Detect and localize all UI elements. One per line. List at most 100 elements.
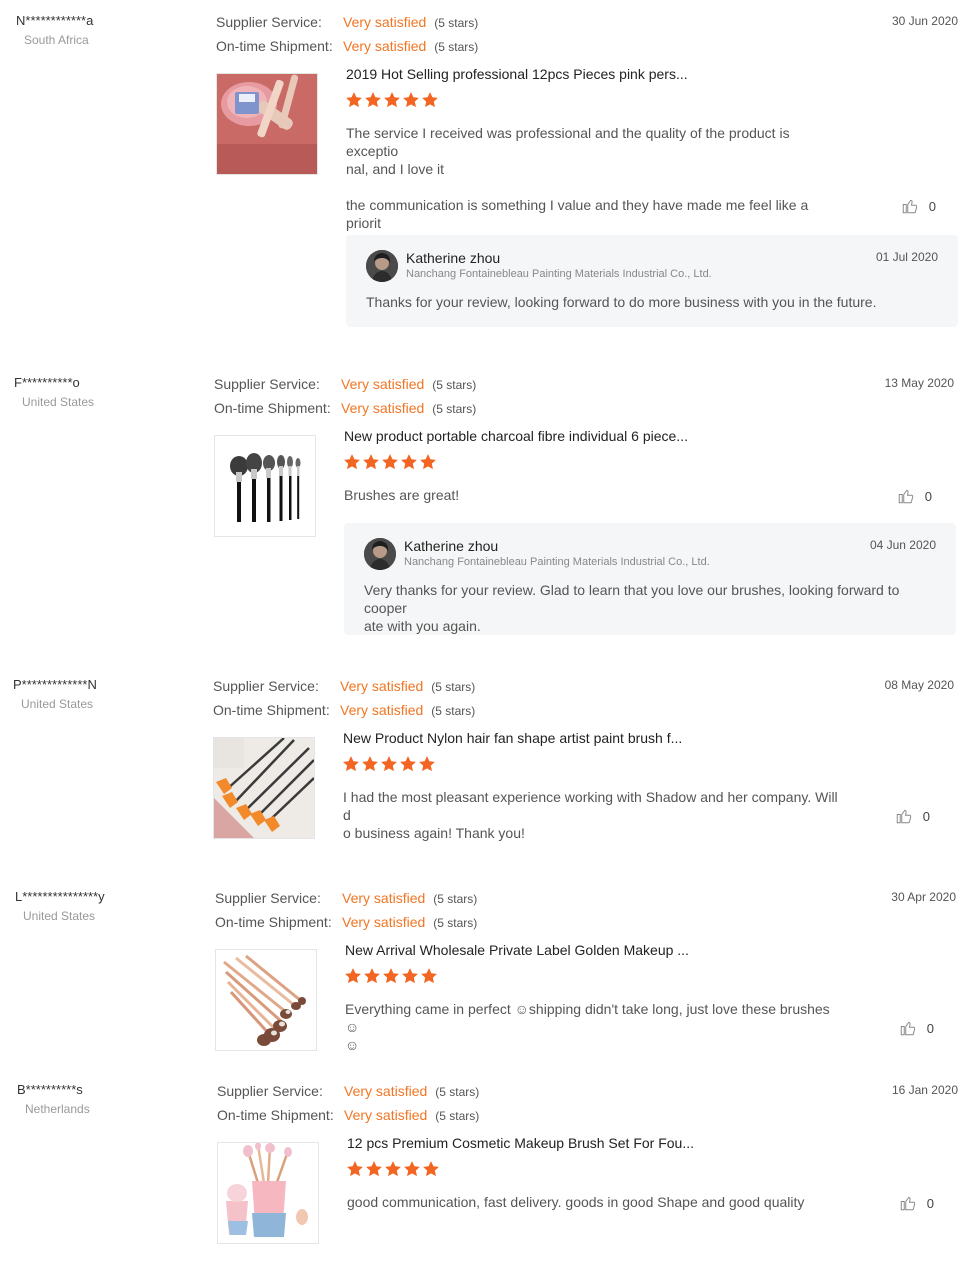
black-brush-set-image [215,436,315,536]
product-thumbnail[interactable] [215,949,317,1051]
product-title-link[interactable]: New product portable charcoal fibre indi… [344,427,688,445]
star-icon [423,1161,439,1177]
ontime-shipment-value: Very satisfied [340,702,424,718]
product-title-link[interactable]: 2019 Hot Selling professional 12pcs Piec… [346,65,688,83]
star-icon [419,756,435,772]
star-icon [344,454,360,470]
like-count: 0 [926,1020,934,1036]
pink-brush-set-image [217,74,317,174]
like-count: 0 [926,1195,934,1211]
supplier-service-rating: Supplier Service: Very satisfied (5 stars) [217,1083,479,1107]
star-icon [385,1161,401,1177]
review-comment: Brushes are great! [344,486,839,522]
review-date: 13 May 2020 [884,376,954,390]
buyer-info: N************a South Africa [16,13,93,48]
ontime-shipment-value: Very satisfied [344,1107,428,1123]
product-thumbnail[interactable] [216,73,318,175]
star-icon [422,92,438,108]
thumbs-up-icon [902,199,917,214]
star-icon [362,756,378,772]
star-icon [346,92,362,108]
review-item: B**********s Netherlands Supplier Servic… [1,1082,972,1252]
buyer-country: United States [23,909,96,923]
ontime-shipment-label: On-time Shipment: [217,1107,334,1123]
buyer-info: P*************N United States [13,677,97,712]
supplier-service-rating: Supplier Service: Very satisfied (5 stars) [213,678,475,702]
product-title-link[interactable]: New Arrival Wholesale Private Label Gold… [345,941,689,959]
star-icon [404,1161,420,1177]
review-star-rating [346,1160,441,1180]
star-icon [365,92,381,108]
review-item: N************a South Africa Supplier Ser… [0,13,972,333]
product-thumbnail[interactable] [213,737,315,839]
supplier-service-stars: (5 stars) [433,892,478,906]
ontime-shipment-rating: On-time Shipment: Very satisfied (5 stars) [216,38,478,62]
star-icon [384,92,400,108]
ontime-shipment-label: On-time Shipment: [213,702,330,718]
supplier-service-stars: (5 stars) [432,378,477,392]
ontime-shipment-value: Very satisfied [341,400,425,416]
supplier-service-rating: Supplier Service: Very satisfied (5 stars) [215,890,477,914]
star-icon [420,454,436,470]
review-date: 08 May 2020 [884,678,954,692]
ontime-shipment-stars: (5 stars) [434,40,479,54]
like-button[interactable]: 0 [895,807,930,825]
supplier-service-label: Supplier Service: [214,376,320,392]
ontime-shipment-stars: (5 stars) [433,916,478,930]
like-count: 0 [928,198,936,214]
ontime-shipment-stars: (5 stars) [431,704,476,718]
buyer-country: United States [22,395,95,409]
reply-date: 04 Jun 2020 [869,538,936,552]
buyer-info: F**********o United States [14,375,94,410]
supplier-service-label: Supplier Service: [216,14,322,30]
supplier-service-rating: Supplier Service: Very satisfied (5 stars) [214,376,476,400]
buyer-country: Netherlands [25,1102,90,1116]
star-icon [366,1161,382,1177]
reply-author-name: Katherine zhou [406,250,501,266]
product-title-link[interactable]: New Product Nylon hair fan shape artist … [343,729,682,747]
star-icon [401,454,417,470]
supplier-service-label: Supplier Service: [213,678,319,694]
thumbs-up-icon [896,809,911,824]
supplier-service-value: Very satisfied [343,14,427,30]
star-icon [421,968,437,984]
buyer-name: B**********s [17,1082,83,1097]
review-star-rating [342,755,437,775]
reply-author-name: Katherine zhou [404,538,499,554]
review-item: F**********o United States Supplier Serv… [0,375,970,640]
star-icon [347,1161,363,1177]
supplier-reply: Katherine zhou Nanchang Fontainebleau Pa… [344,523,956,635]
supplier-service-stars: (5 stars) [434,16,479,30]
review-comment: I had the most pleasant experience worki… [343,788,838,860]
like-button[interactable]: 0 [899,1194,934,1212]
buyer-name: F**********o [14,375,80,390]
reply-company: Nanchang Fontainebleau Painting Material… [404,556,710,568]
product-thumbnail[interactable] [214,435,316,537]
pink-cup-brush-set-image [218,1143,318,1243]
star-icon [400,756,416,772]
star-icon [343,756,359,772]
star-icon [383,968,399,984]
like-button[interactable]: 0 [899,1019,934,1037]
fan-brush-set-image [214,738,314,838]
supplier-service-value: Very satisfied [340,678,424,694]
supplier-service-stars: (5 stars) [431,680,476,694]
review-comment-paragraph: Everything came in perfect ☺shipping did… [345,1001,830,1053]
ontime-shipment-value: Very satisfied [343,38,427,54]
product-title-link[interactable]: 12 pcs Premium Cosmetic Makeup Brush Set… [347,1134,694,1152]
like-button[interactable]: 0 [897,487,932,505]
ontime-shipment-stars: (5 stars) [432,402,477,416]
star-icon [402,968,418,984]
review-comment: Everything came in perfect ☺shipping did… [345,1000,840,1072]
supplier-service-rating: Supplier Service: Very satisfied (5 stars) [216,14,478,38]
product-thumbnail[interactable] [217,1142,319,1244]
ontime-shipment-label: On-time Shipment: [215,914,332,930]
like-button[interactable]: 0 [901,197,936,215]
like-count: 0 [924,488,932,504]
reply-text: Thanks for your review, looking forward … [366,294,877,310]
review-date: 30 Jun 2020 [891,14,958,28]
buyer-country: United States [21,697,94,711]
golden-brush-set-image [216,950,316,1050]
reply-company: Nanchang Fontainebleau Painting Material… [406,268,712,280]
ontime-shipment-stars: (5 stars) [435,1109,480,1123]
